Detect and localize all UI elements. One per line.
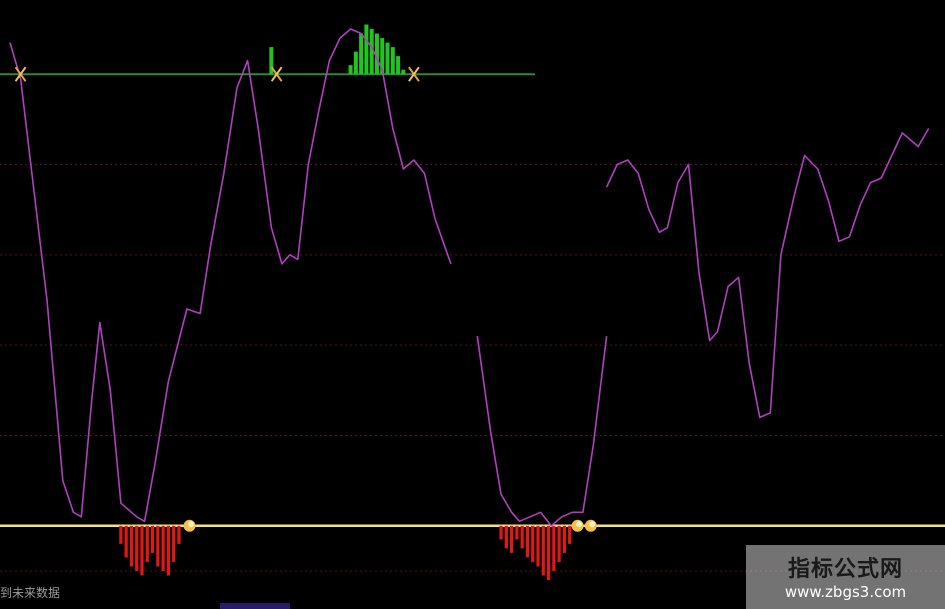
down-bar — [177, 525, 181, 544]
down-bar — [520, 525, 524, 549]
down-bar — [499, 525, 503, 540]
down-bar — [568, 525, 572, 544]
buy-marker-icon — [571, 519, 584, 532]
down-bar — [166, 525, 170, 576]
indicator-chart — [0, 0, 945, 609]
chart-background — [0, 0, 945, 609]
up-bar — [353, 51, 358, 75]
down-bar — [541, 525, 545, 576]
down-bar — [145, 525, 149, 562]
down-bar — [510, 525, 514, 553]
up-bar — [390, 47, 395, 75]
down-bar — [135, 525, 139, 571]
footer-note: 到未来数据 — [0, 586, 61, 600]
down-bar — [172, 525, 176, 562]
down-bar — [525, 525, 530, 558]
down-bar — [562, 525, 566, 553]
down-bar — [140, 525, 144, 576]
down-bar — [119, 525, 123, 544]
down-bar — [552, 525, 556, 571]
buy-marker-icon — [584, 519, 597, 532]
up-bar — [401, 69, 406, 75]
down-bar — [557, 525, 561, 562]
watermark: 指标公式网 www.zbgs3.com — [746, 545, 945, 609]
watermark-title: 指标公式网 — [787, 557, 903, 582]
bottom-scroll-strip[interactable] — [220, 603, 290, 609]
up-bar — [396, 56, 401, 75]
down-bar — [124, 525, 128, 558]
down-bar — [536, 525, 540, 567]
up-bar — [348, 65, 353, 75]
up-bar — [359, 33, 364, 75]
down-bar — [150, 525, 155, 553]
down-bar — [531, 525, 535, 562]
down-bar — [156, 525, 160, 567]
down-bar — [504, 525, 508, 549]
down-bar — [129, 525, 134, 567]
up-bar — [385, 42, 390, 75]
down-bar — [546, 525, 551, 580]
up-bar — [364, 24, 369, 75]
watermark-url: www.zbgs3.com — [784, 583, 907, 601]
down-bar — [161, 525, 165, 571]
down-bar — [515, 525, 519, 540]
buy-marker-icon — [183, 519, 196, 532]
